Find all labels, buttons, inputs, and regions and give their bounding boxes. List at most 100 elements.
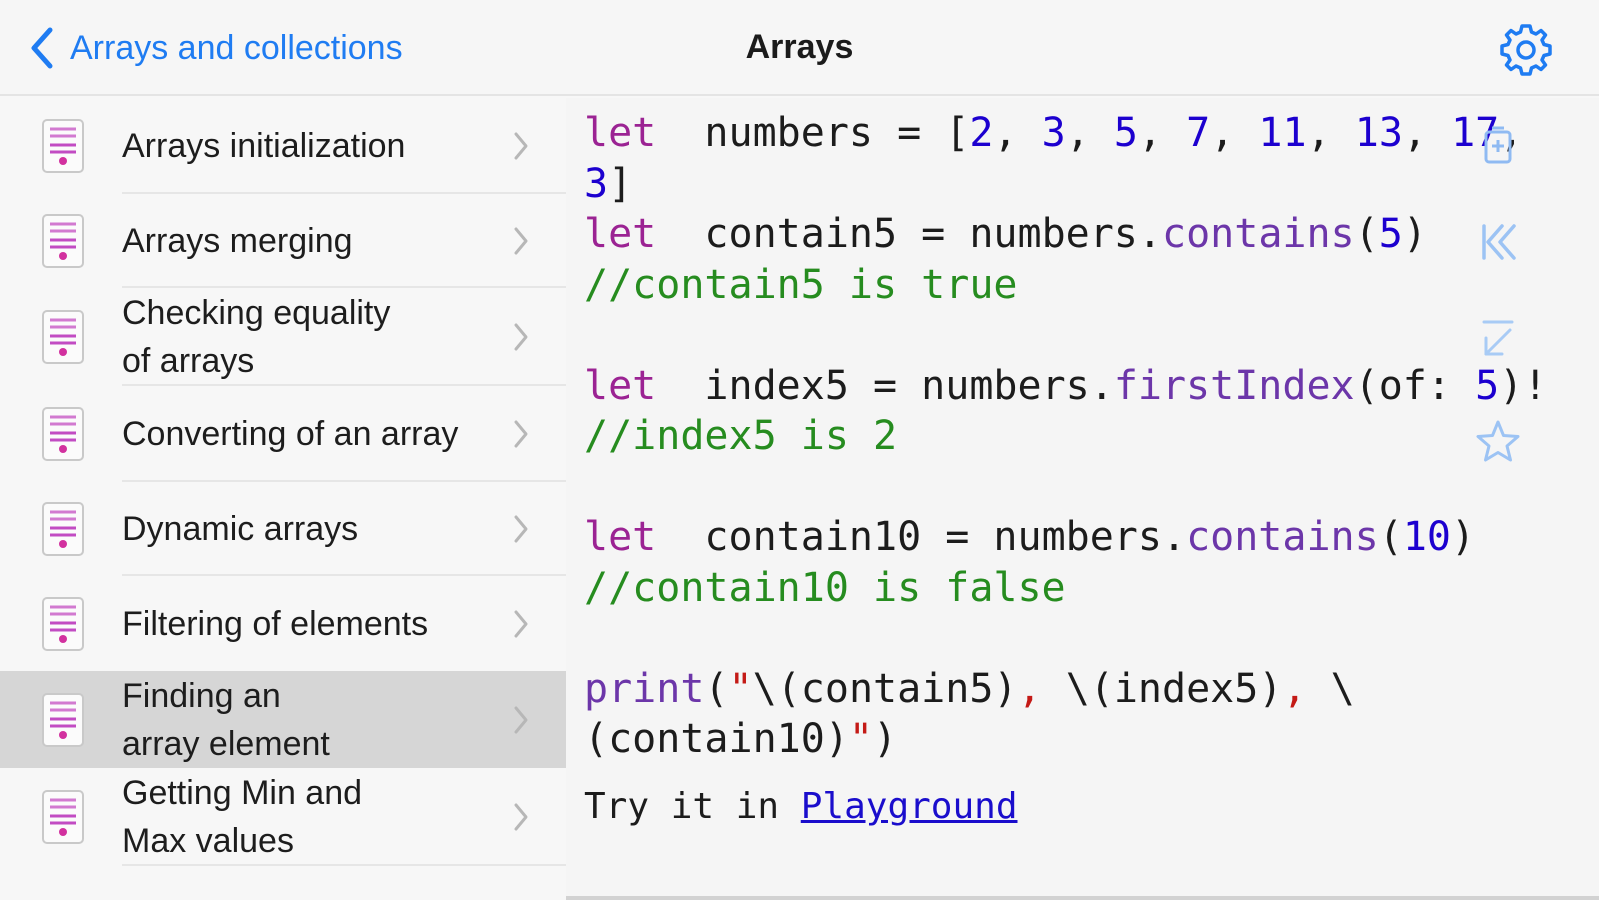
code-token: let (584, 110, 657, 156)
page-title: Arrays (745, 28, 854, 66)
chevron-right-icon (514, 803, 528, 831)
sidebar-item-label-line: Converting of an array (122, 415, 459, 453)
sidebar-item[interactable]: Checking equality of arrays (0, 288, 566, 386)
sidebar-item[interactable]: Arrays merging (0, 194, 566, 288)
code-token: //index5 is 2 (584, 413, 898, 459)
chevron-right-icon (514, 323, 528, 351)
topic-list: Arrays initialization Arrays merging Check… (0, 98, 566, 900)
code-token: " (728, 665, 753, 712)
code-line: 3] (584, 159, 1594, 210)
code-file-icon (42, 790, 84, 844)
code-token: print (584, 665, 705, 712)
code-line: //contain5 is true (584, 260, 1594, 311)
code-token: , (1137, 110, 1187, 156)
code-file-icon (42, 310, 84, 364)
sidebar-item-label: Arrays initialization (122, 122, 405, 170)
code-token: numbers = [ (656, 110, 970, 156)
code-token: ) (873, 716, 898, 762)
chevron-right-icon (514, 420, 528, 448)
sidebar-item-label: Filtering of elements (122, 600, 428, 648)
code-token: " (848, 716, 873, 762)
code-token: let (584, 514, 657, 560)
code-token: index5 = numbers. (656, 362, 1114, 409)
code-token: ( (704, 665, 729, 712)
code-token: 2 (969, 110, 994, 156)
code-panel: let numbers = [2, 3, 5, 7, 11, 13, 17, 3]… (566, 98, 1599, 900)
chevron-right-icon (514, 706, 528, 733)
sidebar-item[interactable]: Filtering of elements (0, 576, 566, 671)
code-line: (contain10)") (584, 714, 1594, 765)
code-file-icon (42, 119, 84, 173)
try-prefix: Try it in (584, 786, 801, 827)
code-token: ) (1450, 514, 1476, 560)
code-token: \(contain5) (752, 665, 1018, 712)
code-token: 5 (1113, 110, 1138, 156)
bottom-divider (566, 896, 1599, 900)
code-token: let (584, 362, 657, 409)
code-token: , (1065, 110, 1114, 156)
gear-icon[interactable] (1496, 20, 1556, 80)
sidebar-item-label-line: Dynamic arrays (122, 510, 359, 548)
sidebar-item-label-line: Arrays merging (122, 222, 353, 260)
code-token: , (1306, 110, 1355, 156)
code-token: , (1017, 665, 1066, 712)
code-token: let (584, 211, 657, 257)
code-token: (of: (1354, 362, 1476, 409)
try-it-line: Try it in Playground (584, 786, 1018, 827)
code-file-icon (42, 502, 84, 556)
chevron-right-icon (514, 610, 528, 637)
code-token: (contain10) (584, 716, 849, 762)
code-token: firstIndex (1113, 362, 1355, 409)
code-token: contains (1186, 514, 1379, 560)
sidebar-item-label-line: Finding an (122, 676, 281, 715)
code-token: 10 (1402, 514, 1451, 560)
code-line: let index5 = numbers.firstIndex(of: 5)! (584, 361, 1594, 412)
code-token: )! (1499, 362, 1548, 409)
sidebar-item-label: Dynamic arrays (122, 505, 358, 553)
chevron-right-icon (514, 132, 528, 160)
playground-link[interactable]: Playground (801, 786, 1018, 827)
code-token: 3 (1041, 110, 1066, 156)
code-token: 7 (1186, 110, 1211, 156)
sidebar-item[interactable]: Finding an array element (0, 671, 566, 768)
code-token: \ (1330, 665, 1355, 712)
code-token: 5 (1378, 211, 1403, 257)
copy-icon[interactable] (1474, 122, 1522, 170)
sidebar-item-label-line: Checking equality (122, 294, 391, 332)
navigation-bar: Arrays and collections Arrays (0, 0, 1599, 96)
code-line: //index5 is 2 (584, 411, 1594, 462)
code-file-icon (42, 692, 84, 747)
code-line: //contain10 is false (584, 563, 1594, 614)
sidebar-item-label-line: Max values (122, 822, 294, 860)
sidebar-item-label-line: Arrays initialization (122, 127, 406, 165)
sidebar-item-label: Arrays merging (122, 217, 353, 265)
code-token: , (1402, 110, 1452, 156)
code-file-icon (42, 214, 84, 268)
sidebar-item[interactable]: Getting Min and Max values (0, 768, 566, 866)
code-token: 5 (1475, 362, 1500, 409)
code-token: ( (1378, 514, 1403, 560)
code-token: , (1282, 665, 1331, 712)
sidebar-item[interactable]: Converting of an array (0, 386, 566, 482)
code-token: ) (1402, 211, 1427, 257)
code-token: contain5 = numbers. (656, 211, 1162, 257)
collapse-icon[interactable] (1474, 316, 1522, 364)
code-line: let contain5 = numbers.contains(5) (584, 209, 1594, 260)
code-token: \(index5) (1065, 665, 1283, 712)
code-token: 3 (584, 160, 609, 207)
code-token: //contain5 is true (584, 261, 1018, 308)
skip-back-icon[interactable] (1474, 218, 1522, 266)
sidebar-item[interactable]: Arrays initialization (0, 98, 566, 194)
code-token: ] (608, 160, 633, 207)
star-icon[interactable] (1474, 418, 1522, 466)
code-token: 11 (1258, 110, 1307, 156)
sidebar-item-label-line: array element (122, 724, 330, 763)
code-token: ( (1354, 211, 1379, 257)
code-token: 13 (1354, 110, 1403, 156)
code-file-icon (42, 407, 84, 461)
sidebar-item[interactable]: Dynamic arrays (0, 482, 566, 576)
sidebar-item-label-line: Filtering of elements (122, 604, 429, 643)
